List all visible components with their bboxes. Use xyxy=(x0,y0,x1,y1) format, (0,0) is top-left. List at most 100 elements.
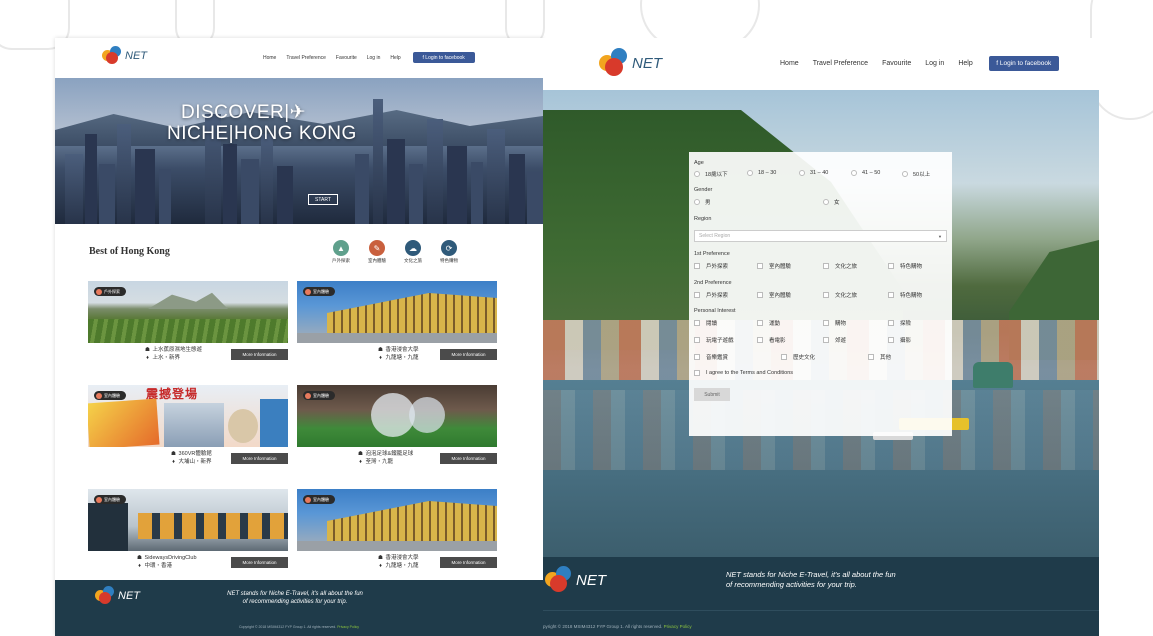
interest-video-games[interactable]: 玩電子遊戲 xyxy=(694,336,734,344)
activity-card[interactable]: 震撼登場 室內體驗 ☗ 360VR體驗館 ♦ 大埔山・新界 More Infor… xyxy=(88,385,288,465)
pref1-indoor[interactable]: 室內體驗 xyxy=(757,262,791,270)
brand-logo[interactable]: NET xyxy=(102,46,147,66)
activity-card[interactable]: 戶外探索 ☗ 上水蕉原濕地生態遊 ♦ 上水・新界 More Informatio… xyxy=(88,281,288,361)
category-badge: 室內體驗 xyxy=(94,495,126,504)
age-option-over-50[interactable]: 50以上 xyxy=(902,170,930,178)
activity-info: ☗ 香港浸會大學 ♦ 九龍塘・九龍 xyxy=(377,347,419,362)
interest-outing[interactable]: 郊遊 xyxy=(823,336,846,344)
more-information-button[interactable]: More Information xyxy=(231,557,288,568)
interest-movies[interactable]: 看電影 xyxy=(757,336,786,344)
footer-logo[interactable]: NET xyxy=(95,586,140,606)
activity-info: ☗ 泡泡足球&鐵籠足球 ♦ 荃灣・九龍 xyxy=(357,451,413,466)
interest-reading[interactable]: 閱讀 xyxy=(694,319,717,327)
brand-name: NET xyxy=(125,50,147,62)
more-information-button[interactable]: More Information xyxy=(440,557,497,568)
nav-login[interactable]: Log in xyxy=(925,60,944,67)
pref1-outdoor[interactable]: 戶外探索 xyxy=(694,262,728,270)
interest-adventure[interactable]: 探險 xyxy=(888,319,911,327)
activity-card[interactable]: 室內體驗 ☗ 香港浸會大學 ♦ 九龍塘・九龍 More Information xyxy=(297,489,497,569)
more-information-button[interactable]: More Information xyxy=(231,349,288,360)
nav-travel-preference[interactable]: Travel Preference xyxy=(813,60,868,67)
category-culture[interactable]: ☁ 文化之旅 xyxy=(395,240,431,264)
nav-favourite[interactable]: Favourite xyxy=(882,60,911,67)
category-indoor[interactable]: ✎ 室內體驗 xyxy=(359,240,395,264)
category-filters: ▲ 戶外探索 ✎ 室內體驗 ☁ 文化之旅 ⟳ 特色購物 xyxy=(323,240,467,264)
nav-help[interactable]: Help xyxy=(958,60,972,67)
copyright: pyright © 2018 MSIM4312 FYP Group 1. All… xyxy=(543,624,692,629)
hiking-icon: ☗ xyxy=(145,347,150,353)
location-pin-icon: ♦ xyxy=(138,562,141,569)
category-badge: 戶外探索 xyxy=(94,287,126,296)
category-shopping[interactable]: ⟳ 特色購物 xyxy=(431,240,467,264)
gender-option-female[interactable]: 女 xyxy=(823,198,840,206)
hero-banner: DISCOVER|✈ NICHE|HONG KONG START xyxy=(55,78,543,224)
more-information-button[interactable]: More Information xyxy=(440,349,497,360)
location-pin-icon: ♦ xyxy=(146,354,149,361)
pref2-indoor[interactable]: 室內體驗 xyxy=(757,291,791,299)
start-button[interactable]: START xyxy=(308,194,338,205)
gender-option-male[interactable]: 男 xyxy=(694,198,711,206)
more-information-button[interactable]: More Information xyxy=(231,453,288,464)
interest-sports[interactable]: 運動 xyxy=(757,319,780,327)
nav-links: Home Travel Preference Favourite Log in … xyxy=(780,56,1059,71)
indoor-icon: ☗ xyxy=(137,555,142,561)
best-of-title: Best of Hong Kong xyxy=(89,246,170,257)
hiking-icon: ▲ xyxy=(333,240,349,256)
personal-interest-label: Personal Interest xyxy=(694,308,736,314)
activity-name: 泡泡足球&鐵籠足球 xyxy=(365,451,414,457)
facebook-login-button[interactable]: f Login to facebook xyxy=(988,56,1059,71)
nav-travel-preference[interactable]: Travel Preference xyxy=(286,55,326,61)
age-option-31-40[interactable]: 31 – 40 xyxy=(799,170,828,176)
interest-music[interactable]: 音樂鑑賞 xyxy=(694,353,728,361)
activity-location: 九龍塘・九龍 xyxy=(385,354,419,361)
interest-history-culture[interactable]: 歷史文化 xyxy=(781,353,815,361)
interest-other[interactable]: 其他 xyxy=(868,353,891,361)
privacy-policy-link[interactable]: Privacy Policy xyxy=(664,624,692,629)
category-badge: 室內體驗 xyxy=(303,391,335,400)
nav-home[interactable]: Home xyxy=(780,60,799,67)
activity-location: 上水・新界 xyxy=(152,354,181,361)
age-option-41-50[interactable]: 41 – 50 xyxy=(851,170,880,176)
activity-name: SidewaysDrivingClub xyxy=(144,555,197,561)
activity-location: 九龍塘・九龍 xyxy=(385,562,419,569)
age-option-18-30[interactable]: 18 – 30 xyxy=(747,170,776,176)
pref2-culture[interactable]: 文化之旅 xyxy=(823,291,857,299)
screenshot-stage: NET Home Travel Preference Favourite Log… xyxy=(0,0,1153,636)
watermark-shape xyxy=(1090,0,1153,120)
category-outdoor[interactable]: ▲ 戶外探索 xyxy=(323,240,359,264)
activity-image: 室內體驗 xyxy=(297,489,497,551)
nav-home[interactable]: Home xyxy=(263,55,276,61)
activity-location: 大埔山・新界 xyxy=(178,458,212,465)
activity-card[interactable]: 室內體驗 ☗ 香港浸會大學 ♦ 九龍塘・九龍 More Information xyxy=(297,281,497,361)
privacy-policy-link[interactable]: Privacy Policy xyxy=(337,625,359,629)
interest-shopping[interactable]: 購物 xyxy=(823,319,846,327)
interest-photography[interactable]: 攝影 xyxy=(888,336,911,344)
pref2-shopping[interactable]: 特色購物 xyxy=(888,291,922,299)
category-badge: 室內體驗 xyxy=(303,287,335,296)
pref1-shopping[interactable]: 特色購物 xyxy=(888,262,922,270)
facebook-login-button[interactable]: f Login to facebook xyxy=(412,52,475,63)
footer-description: NET stands for Niche E-Travel, it's all … xyxy=(227,591,363,605)
location-pin-icon: ♦ xyxy=(379,354,382,361)
pref2-outdoor[interactable]: 戶外探索 xyxy=(694,291,728,299)
terms-checkbox[interactable]: I agree to the Terms and Conditions xyxy=(694,370,793,376)
age-label: Age xyxy=(694,160,704,166)
footer-logo[interactable]: NET xyxy=(545,566,606,594)
submit-button[interactable]: Submit xyxy=(694,388,730,401)
category-badge: 室內體驗 xyxy=(303,495,335,504)
nav-login[interactable]: Log in xyxy=(367,55,381,61)
brand-logo[interactable]: NET xyxy=(599,48,662,78)
pref1-culture[interactable]: 文化之旅 xyxy=(823,262,857,270)
activity-card[interactable]: 室內體驗 ☗ SidewaysDrivingClub ♦ 中環・香港 More … xyxy=(88,489,288,569)
caret-down-icon: ▼ xyxy=(938,234,942,239)
region-select[interactable]: Select Region ▼ xyxy=(694,230,947,242)
location-pin-icon: ♦ xyxy=(359,458,362,465)
age-option-under-18[interactable]: 18歲以下 xyxy=(694,170,728,178)
nav-favourite[interactable]: Favourite xyxy=(336,55,357,61)
more-information-button[interactable]: More Information xyxy=(440,453,497,464)
nav-help[interactable]: Help xyxy=(390,55,400,61)
footer-description: NET stands for Niche E-Travel, it's all … xyxy=(726,570,896,589)
activity-card[interactable]: 室內體驗 ☗ 泡泡足球&鐵籠足球 ♦ 荃灣・九龍 More Informatio… xyxy=(297,385,497,465)
indoor-icon: ☗ xyxy=(171,451,176,457)
preference-form: Age 18歲以下 18 – 30 31 – 40 41 – 50 50以上 G… xyxy=(689,152,952,436)
